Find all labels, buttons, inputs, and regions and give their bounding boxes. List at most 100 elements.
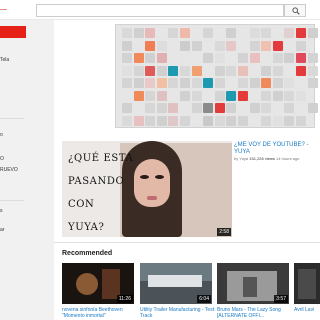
guide-item-1[interactable]: Tela bbox=[0, 57, 9, 63]
featured-view-count: 151,226 views bbox=[249, 156, 275, 161]
featured-video-meta: by Yuya 151,226 views 14 hours ago bbox=[234, 156, 320, 161]
banner-tile bbox=[238, 78, 248, 89]
banner-tile bbox=[296, 115, 306, 126]
banner-tile bbox=[307, 103, 318, 114]
duration-badge: 11:26 bbox=[116, 295, 133, 303]
banner-tile bbox=[296, 65, 306, 76]
banner-tile bbox=[261, 103, 272, 114]
banner-tile bbox=[249, 103, 260, 114]
banner-tile bbox=[214, 115, 225, 126]
recommended-title-4[interactable]: Avril Lavi bbox=[294, 307, 320, 313]
banner-tile bbox=[284, 28, 295, 38]
banner-tile bbox=[191, 90, 202, 101]
banner-tile bbox=[261, 40, 272, 51]
banner-tile bbox=[261, 65, 272, 76]
banner-tile bbox=[296, 28, 306, 38]
guide-active-item[interactable] bbox=[0, 26, 26, 38]
recommended-thumbnail-4[interactable] bbox=[294, 263, 320, 304]
guide-item-4[interactable]: RUEVO bbox=[0, 167, 18, 173]
banner-tile bbox=[156, 53, 167, 64]
banner-tile bbox=[214, 78, 225, 89]
guide-divider bbox=[0, 200, 24, 201]
recommended-thumbnail-1[interactable]: 11:26 bbox=[62, 263, 134, 304]
banner-tile bbox=[145, 28, 156, 38]
banner-tile bbox=[249, 28, 260, 38]
banner-tile bbox=[180, 28, 190, 38]
banner-tile bbox=[226, 103, 237, 114]
banner-tile bbox=[249, 78, 260, 89]
banner-tile bbox=[307, 28, 318, 38]
banner-tile bbox=[261, 78, 272, 89]
featured-channel[interactable]: by Yuya bbox=[234, 156, 248, 161]
banner-tile bbox=[168, 28, 179, 38]
banner-tile bbox=[272, 53, 283, 64]
recommended-title-3[interactable]: Bruno Mars - The Lazy Song [ALTERNATE OF… bbox=[217, 307, 293, 319]
banner-tile bbox=[156, 115, 167, 126]
banner-tile bbox=[203, 28, 214, 38]
banner-tile bbox=[284, 115, 295, 126]
banner-tile bbox=[168, 65, 179, 76]
banner-tile bbox=[156, 78, 167, 89]
banner-tile bbox=[203, 115, 214, 126]
banner-tile bbox=[145, 90, 156, 101]
banner-tile bbox=[122, 78, 132, 89]
banner-tile bbox=[168, 78, 179, 89]
masthead: — bbox=[0, 0, 320, 20]
search-button[interactable] bbox=[284, 4, 306, 17]
banner-tile bbox=[238, 53, 248, 64]
banner-tile bbox=[156, 65, 167, 76]
thumbnail-figure bbox=[243, 277, 257, 297]
banner-tile bbox=[122, 28, 132, 38]
banner-tile bbox=[284, 53, 295, 64]
recommended-heading[interactable]: Recommended bbox=[62, 250, 112, 257]
thumbnail-eye bbox=[155, 175, 164, 179]
guide-item-2[interactable]: o bbox=[0, 132, 3, 138]
banner-tile bbox=[180, 90, 190, 101]
thumbnail-caption: ¿QUÉ ESTA PASANDO CON YUYA? bbox=[68, 153, 134, 233]
banner-tile bbox=[203, 78, 214, 89]
recommended-thumbnail-2[interactable]: 6:04 bbox=[140, 263, 212, 304]
banner-tile bbox=[191, 103, 202, 114]
banner-tile bbox=[191, 40, 202, 51]
banner-tile bbox=[180, 65, 190, 76]
banner-tile bbox=[133, 115, 144, 126]
banner-tile bbox=[191, 65, 202, 76]
banner-tile bbox=[214, 40, 225, 51]
guide-item-3[interactable]: O bbox=[0, 156, 4, 162]
search-input[interactable] bbox=[36, 4, 284, 17]
banner-tile bbox=[307, 78, 318, 89]
featured-video-thumbnail[interactable]: ¿QUÉ ESTA PASANDO CON YUYA? 2:58 bbox=[62, 141, 232, 237]
banner-tile bbox=[238, 90, 248, 101]
banner-tile bbox=[145, 65, 156, 76]
banner-tile bbox=[180, 40, 190, 51]
guide-sidebar: Tela o O RUEVO s ar bbox=[0, 20, 26, 320]
banner-tile bbox=[156, 90, 167, 101]
banner-tile bbox=[191, 78, 202, 89]
duration-badge: 3:57 bbox=[274, 295, 288, 303]
guide-item-6[interactable]: ar bbox=[0, 227, 4, 233]
banner-tile bbox=[296, 40, 306, 51]
banner-tile bbox=[133, 28, 144, 38]
featured-age: 14 hours ago bbox=[276, 156, 300, 161]
banner-tile bbox=[226, 40, 237, 51]
logo-fragment[interactable]: — bbox=[0, 6, 7, 13]
thumbnail-scene bbox=[298, 269, 316, 299]
recommended-title-2[interactable]: Utility Trailer Manufacturing - Test Tra… bbox=[140, 307, 216, 319]
banner-tile bbox=[203, 53, 214, 64]
banner-tile bbox=[122, 103, 132, 114]
banner-tile bbox=[307, 53, 318, 64]
recommended-thumbnail-3[interactable]: 3:57 bbox=[217, 263, 289, 304]
banner-tile bbox=[180, 115, 190, 126]
banner-tile bbox=[238, 65, 248, 76]
banner-tile bbox=[284, 78, 295, 89]
banner-tile bbox=[145, 53, 156, 64]
banner-tile bbox=[238, 115, 248, 126]
banner-tile bbox=[156, 40, 167, 51]
channel-banner[interactable] bbox=[115, 24, 318, 128]
banner-tile bbox=[261, 28, 272, 38]
recommended-title-1[interactable]: novena sinfonía Beethoven "Momento inmor… bbox=[62, 307, 138, 319]
banner-tile bbox=[226, 115, 237, 126]
guide-item-5[interactable]: s bbox=[0, 208, 3, 214]
banner-tile bbox=[284, 90, 295, 101]
featured-video-title[interactable]: ¿ME VOY DE YOUTUBE? - YUYA bbox=[234, 142, 314, 156]
